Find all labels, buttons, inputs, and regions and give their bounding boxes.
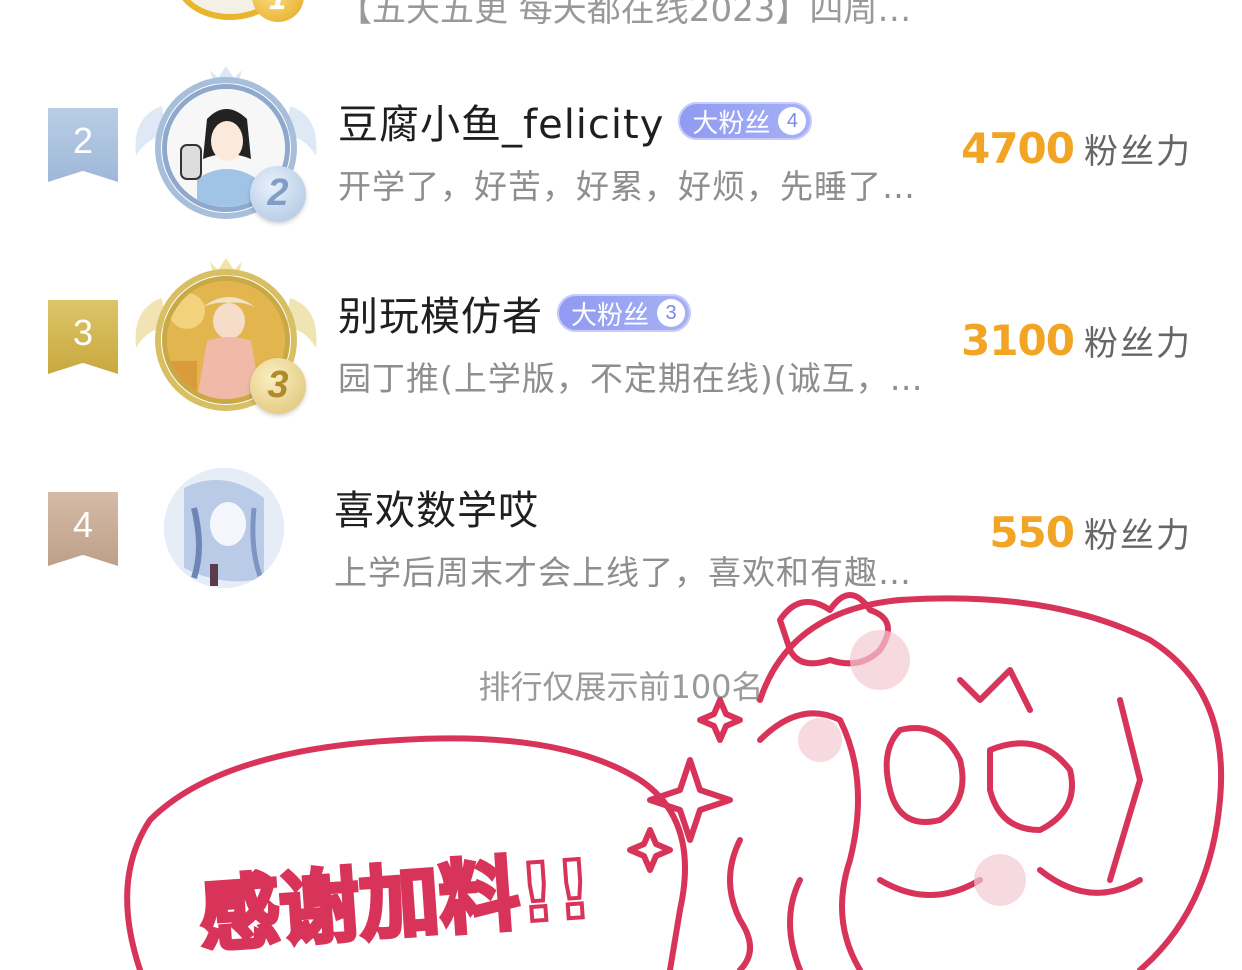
- user-description: 开学了，好苦，好累，好烦，先睡了…: [338, 167, 916, 206]
- ranking-row-partial[interactable]: 1 【五天五更 每天都在线2023】四周…: [0, 0, 1242, 40]
- rank-badge: 1: [252, 0, 304, 22]
- user-name[interactable]: 喜欢数学哎: [334, 478, 539, 536]
- fan-power-score: 550 粉丝力: [989, 508, 1192, 557]
- avatar[interactable]: [164, 468, 284, 588]
- fan-power-score: 4700 粉丝力: [961, 124, 1192, 173]
- ranking-row[interactable]: 3 3 别玩模仿者 大粉丝 3 园丁推(上学版，不定期在线)(诚互，… 3100…: [0, 254, 1242, 434]
- rank-badge: 2: [250, 166, 306, 222]
- user-name[interactable]: 豆腐小鱼_felicity: [338, 92, 664, 150]
- thanks-sticker: 感谢加料!!: [124, 592, 1225, 970]
- name-line: 别玩模仿者 大粉丝 3: [338, 284, 692, 342]
- name-line: 喜欢数学哎: [334, 478, 539, 536]
- ranking-row[interactable]: 2 2 豆腐小鱼_felicity 大粉丝 4 开学了，好苦，好累，好烦，先睡了…: [0, 62, 1242, 242]
- user-name[interactable]: 别玩模仿者: [338, 284, 543, 342]
- rank-flag: 2: [48, 108, 118, 182]
- avatar-frame[interactable]: 3: [132, 258, 322, 428]
- sticker-text: 感谢加料!!: [197, 843, 595, 963]
- user-description: 【五天五更 每天都在线2023】四周…: [338, 0, 912, 30]
- rank-badge: 3: [250, 358, 306, 414]
- fan-level-badge: 大粉丝 4: [678, 102, 813, 140]
- avatar-image: [164, 468, 284, 588]
- fan-power-score: 3100 粉丝力: [961, 316, 1192, 365]
- rank-flag: 3: [48, 300, 118, 374]
- fan-level-badge: 大粉丝 3: [557, 294, 692, 332]
- avatar-frame[interactable]: 2: [132, 66, 322, 236]
- name-line: 豆腐小鱼_felicity 大粉丝 4: [338, 92, 813, 150]
- rank-flag: 4: [48, 492, 118, 566]
- user-description: 园丁推(上学版，不定期在线)(诚互，…: [338, 359, 924, 398]
